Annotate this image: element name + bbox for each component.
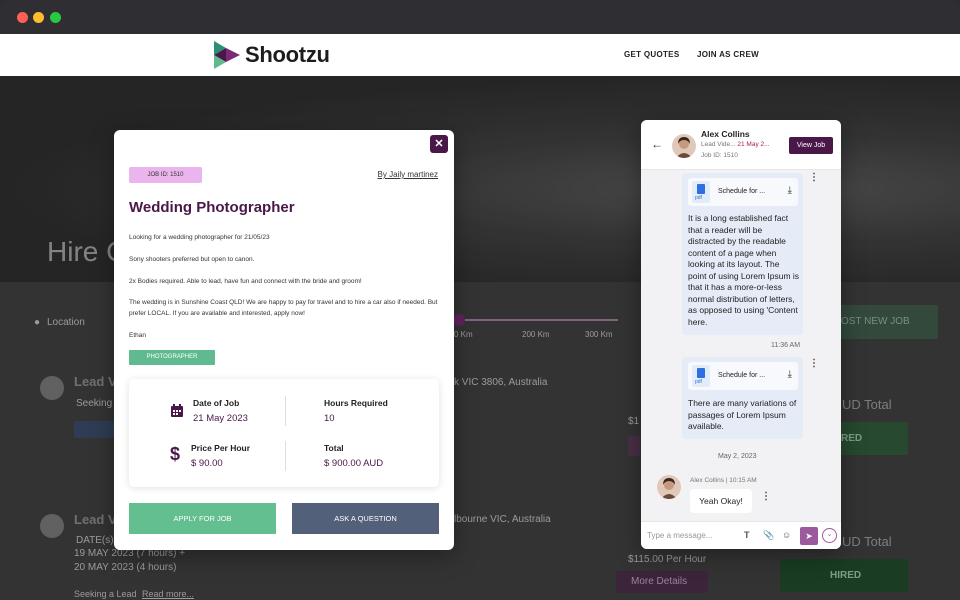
site-header: Shootzu GET QUOTES JOIN AS CREW — [0, 34, 960, 76]
apply-for-job-button[interactable]: APPLY FOR JOB — [129, 503, 276, 534]
chat-job-id: Job ID: 1510 — [701, 152, 738, 159]
download-icon[interactable]: ⤓ — [788, 185, 792, 196]
job-description-line: 2x Bodies required. Able to lead, have f… — [129, 278, 362, 285]
message-time: 11:36 AM — [771, 342, 801, 349]
view-job-button[interactable]: View Job — [789, 137, 833, 154]
poster-link[interactable]: By Jaily martinez — [378, 170, 438, 179]
attach-icon[interactable]: 📎 — [763, 530, 774, 541]
ask-question-button[interactable]: ASK A QUESTION — [292, 503, 439, 534]
role-text: Lead Vide... — [701, 141, 736, 148]
skill-tag: PHOTOGRAPHER — [129, 350, 215, 365]
emoji-icon[interactable]: ☺ — [782, 530, 791, 540]
pdf-file-icon: pdf — [692, 181, 710, 203]
avatar — [672, 134, 696, 158]
price-value: $ 90.00 — [191, 458, 223, 469]
job-description-line: Sony shooters preferred but open to cano… — [129, 256, 255, 263]
job-detail-modal: ✕ JOB ID: 1510 By Jaily martinez Wedding… — [114, 130, 454, 550]
total-label: Total — [324, 443, 344, 453]
job-signature: Ethan — [129, 332, 146, 339]
chat-panel: ← Alex Collins Lead Vide... 21 May 2... … — [641, 120, 841, 549]
message-text: There are many variations of passages of… — [688, 398, 797, 431]
file-name: Schedule for ... — [718, 372, 766, 379]
date-value: 21 May 2023 — [193, 413, 248, 424]
chat-contact-name: Alex Collins — [701, 129, 750, 139]
message-bubble: pdf Schedule for ... ⤓ It is a long esta… — [682, 173, 803, 335]
job-description-line: The wedding is in Sunshine Coast QLD! We… — [129, 299, 438, 317]
nav-join-as-crew[interactable]: JOIN AS CREW — [697, 50, 759, 59]
calendar-icon — [171, 404, 183, 417]
total-value: $ 900.00 AUD — [324, 458, 384, 469]
chevron-down-icon[interactable]: ⌄ — [822, 528, 837, 543]
logo-text: Shootzu — [245, 42, 330, 67]
dollar-icon: $ — [170, 444, 181, 464]
pdf-file-icon: pdf — [692, 365, 710, 387]
file-attachment[interactable]: pdf Schedule for ... ⤓ — [688, 362, 798, 390]
logo[interactable]: Shootzu — [212, 39, 330, 71]
divider — [285, 441, 286, 471]
text-format-icon[interactable]: T — [744, 530, 750, 540]
message-bubble: pdf Schedule for ... ⤓ There are many va… — [682, 357, 803, 439]
hours-label: Hours Required — [324, 398, 388, 408]
chat-header: ← Alex Collins Lead Vide... 21 May 2... … — [641, 120, 841, 170]
chat-input-bar: Type a message... T 📎 ☺ ➤ ⌄ — [641, 521, 841, 549]
window-chrome — [0, 0, 960, 34]
job-description-line: Looking for a wedding photographer for 2… — [129, 234, 270, 241]
price-label: Price Per Hour — [191, 443, 251, 453]
message-menu-icon[interactable]: ⋮ — [809, 358, 819, 369]
reply-sender: Alex Collins | 10:15 AM — [690, 477, 757, 484]
job-id-badge: JOB ID: 1510 — [129, 167, 202, 183]
chat-contact-role: Lead Vide... 21 May 2... — [701, 141, 770, 148]
message-text: It is a long established fact that a rea… — [688, 213, 800, 327]
message-menu-icon[interactable]: ⋮ — [809, 172, 819, 183]
window-maximize-button[interactable] — [50, 12, 61, 23]
job-title: Wedding Photographer — [129, 199, 295, 216]
date-label: Date of Job — [193, 398, 240, 408]
window-close-button[interactable] — [17, 12, 28, 23]
window-minimize-button[interactable] — [33, 12, 44, 23]
hours-value: 10 — [324, 413, 335, 424]
nav-get-quotes[interactable]: GET QUOTES — [624, 50, 679, 59]
divider — [285, 396, 286, 426]
reply-bubble: Yeah Okay! — [690, 489, 752, 513]
role-date: 21 May 2... — [737, 141, 770, 148]
message-input[interactable]: Type a message... — [647, 531, 712, 540]
message-menu-icon[interactable]: ⋮ — [761, 491, 771, 502]
back-arrow-icon[interactable]: ← — [651, 137, 663, 151]
send-icon[interactable]: ➤ — [800, 527, 818, 545]
avatar — [657, 475, 681, 499]
close-icon[interactable]: ✕ — [430, 135, 448, 153]
job-info-card: Date of Job 21 May 2023 Hours Required 1… — [129, 379, 439, 487]
shootzu-logo-icon — [214, 41, 240, 69]
date-divider: May 2, 2023 — [718, 453, 757, 460]
file-attachment[interactable]: pdf Schedule for ... ⤓ — [688, 178, 798, 206]
file-name: Schedule for ... — [718, 188, 766, 195]
download-icon[interactable]: ⤓ — [788, 369, 792, 380]
